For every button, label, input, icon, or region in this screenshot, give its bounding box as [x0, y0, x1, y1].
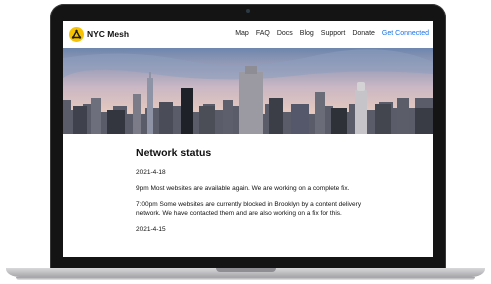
- laptop-hinge-notch: [216, 268, 276, 272]
- page-title: Network status: [136, 147, 212, 159]
- skyline-hero-image: [63, 48, 433, 134]
- nav-link-support[interactable]: Support: [321, 30, 346, 37]
- status-content: Network status 2021-4-18 9pm Most websit…: [136, 147, 371, 241]
- nav-link-map[interactable]: Map: [235, 30, 249, 37]
- status-entry-date: 2021-4-18: [136, 169, 166, 176]
- nav-link-donate[interactable]: Donate: [352, 30, 375, 37]
- laptop-mockup: NYC Mesh Map FAQ Docs Blog Support Donat…: [0, 0, 491, 284]
- mesh-logo-icon[interactable]: [69, 27, 84, 42]
- status-entry: 9pm Most websites are available again. W…: [136, 185, 350, 192]
- nav-link-get-connected[interactable]: Get Connected: [382, 30, 429, 37]
- site-navbar: NYC Mesh Map FAQ Docs Blog Support Donat…: [63, 21, 433, 48]
- brand-name[interactable]: NYC Mesh: [87, 29, 129, 39]
- nav-link-faq[interactable]: FAQ: [256, 30, 270, 37]
- status-entry: 7:00pm Some websites are currently block…: [136, 201, 362, 217]
- camera-icon: [246, 9, 250, 13]
- nav-link-blog[interactable]: Blog: [300, 30, 314, 37]
- status-entry-date: 2021-4-15: [136, 226, 166, 233]
- main-nav: Map FAQ Docs Blog Support Donate Get Con…: [235, 30, 429, 37]
- laptop-base-shadow: [16, 277, 475, 280]
- mesh-logo-glyph: [71, 29, 82, 39]
- nav-link-docs[interactable]: Docs: [277, 30, 293, 37]
- browser-screen: NYC Mesh Map FAQ Docs Blog Support Donat…: [63, 21, 433, 257]
